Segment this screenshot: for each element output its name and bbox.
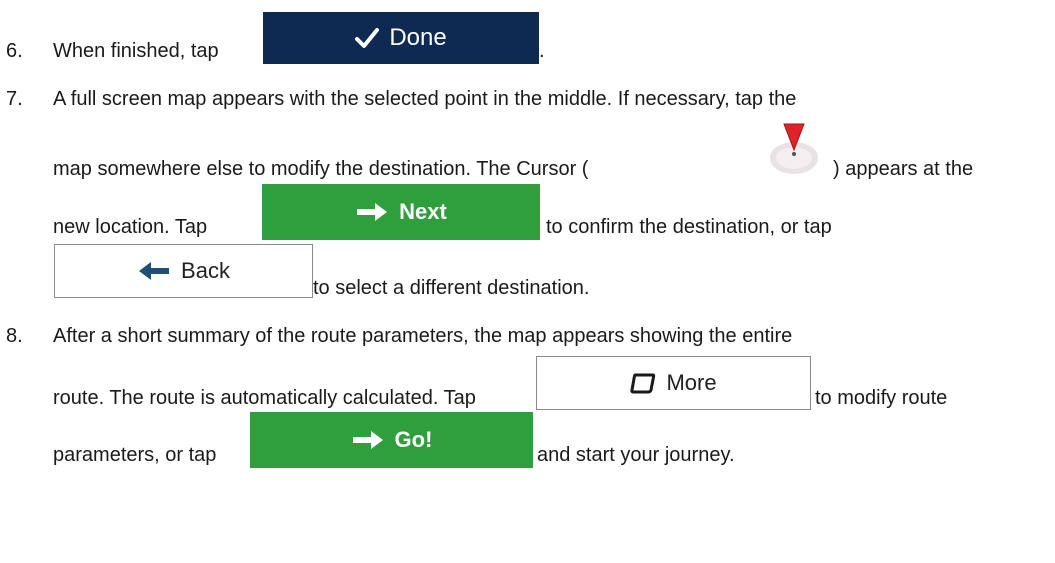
step-number: 8. [6, 325, 23, 347]
step-text: to select a different destination. [313, 277, 590, 299]
checkmark-icon [355, 28, 380, 48]
step-text: new location. Tap [53, 216, 208, 238]
next-button[interactable]: Next [262, 184, 540, 240]
step-text: and start your journey. [537, 444, 735, 466]
step-number: 6. [6, 40, 23, 62]
step-text: When finished, tap [53, 40, 219, 62]
done-button[interactable]: Done [263, 12, 539, 64]
go-button[interactable]: Go! [250, 412, 533, 468]
back-button-label: Back [181, 258, 230, 283]
arrow-left-icon [139, 262, 170, 280]
step-text: route. The route is automatically calcul… [53, 387, 476, 409]
more-button-label: More [666, 370, 717, 395]
map-cursor-icon [770, 123, 818, 174]
step-text: to modify route [815, 387, 948, 409]
more-button[interactable]: More [536, 356, 811, 410]
step-text: After a short summary of the route param… [53, 325, 793, 347]
rounded-square-icon [630, 373, 656, 394]
done-button-label: Done [389, 24, 447, 51]
step-text: to confirm the destination, or tap [546, 216, 832, 238]
arrow-right-icon [352, 431, 383, 449]
step-text: . [539, 40, 545, 62]
back-button[interactable]: Back [54, 244, 313, 298]
go-button-label: Go! [394, 427, 433, 452]
next-button-label: Next [399, 199, 447, 224]
step-text: map somewhere else to modify the destina… [53, 158, 589, 180]
step-text: A full screen map appears with the selec… [53, 88, 797, 110]
step-number: 7. [6, 88, 23, 110]
arrow-right-icon [357, 203, 388, 221]
step-text: parameters, or tap [53, 444, 217, 466]
step-text: ) appears at the [833, 158, 974, 180]
